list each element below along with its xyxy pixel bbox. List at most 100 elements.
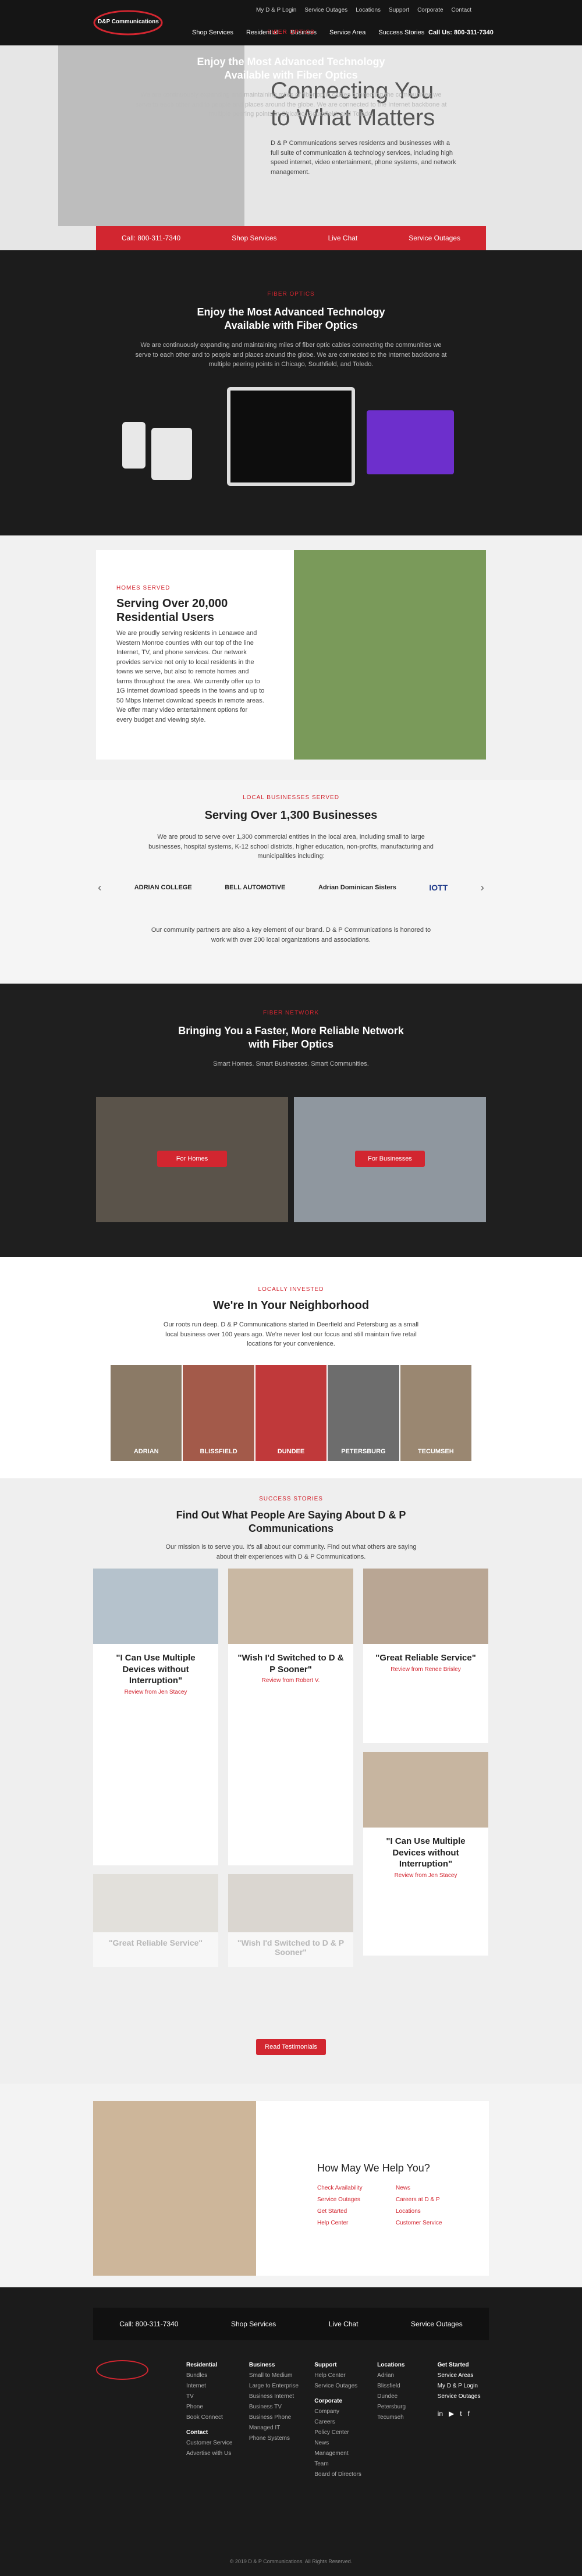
youtube-icon[interactable]: ▶ [449,2408,454,2421]
top-link[interactable]: Corporate [417,7,443,13]
help-card: How May We Help You? Check Availability … [93,2101,489,2276]
fiber-content: Fiber Optics Enjoy the Most Advanced Tec… [0,250,582,535]
footer-link[interactable]: Business Phone [249,2412,300,2423]
top-link[interactable]: Service Outages [304,7,347,13]
footer-link[interactable]: News [314,2438,363,2449]
footer-link[interactable]: Adrian [377,2371,424,2381]
location-tile[interactable]: DUNDEE [255,1365,327,1461]
stories-eyebrow: Success Stories [259,1496,323,1502]
laptop-device [367,410,454,474]
help-link[interactable]: Check Availability [317,2183,363,2194]
location-tile[interactable]: TECUMSEH [400,1365,472,1461]
phone-device [122,422,146,469]
footer-link[interactable]: Petersburg [377,2402,424,2412]
location-tile[interactable]: PETERSBURG [328,1365,399,1461]
footer-link[interactable]: Dundee [377,2392,424,2402]
neighborhood-text: Our roots run deep. D & P Communications… [163,1321,419,1347]
help-link[interactable]: Locations [396,2206,442,2217]
footer-link[interactable]: Internet [186,2381,235,2392]
top-link[interactable]: Contact [452,7,471,13]
help-link[interactable]: Get Started [317,2206,363,2217]
footer-link[interactable]: Large to Enterprise [249,2381,300,2392]
story-card[interactable]: "Wish I'd Switched to D & P Sooner" [228,1874,353,1967]
footer-link[interactable]: Advertise with Us [186,2449,235,2459]
top-link[interactable]: Support [389,7,409,13]
footer-link[interactable]: Book Connect [186,2412,235,2423]
help-link[interactable]: News [396,2183,442,2194]
footer-link[interactable]: Management Team [314,2449,363,2469]
linkedin-icon[interactable]: in [438,2408,443,2421]
for-homes-button[interactable]: For Homes [157,1151,227,1167]
footer-call-button[interactable]: Call: 800-311-7340 [119,2320,178,2328]
footer-link[interactable]: Bundles [186,2371,235,2381]
location-tile[interactable]: BLISSFIELD [183,1365,254,1461]
shop-services-button[interactable]: Shop Services [232,234,276,242]
story-card[interactable]: "Great Reliable Service" Review from Ren… [363,1569,488,1743]
call-button[interactable]: Call: 800-311-7340 [122,234,180,242]
business-section: Local Businesses Served Serving Over 1,3… [0,780,582,984]
live-chat-button[interactable]: Live Chat [328,234,358,242]
footer-link[interactable]: Phone [186,2402,235,2412]
footer-logo[interactable] [96,2360,148,2380]
site-header: D&P Communications My D & P Login Servic… [0,0,582,45]
footer-link[interactable]: Blissfield [377,2381,424,2392]
top-link[interactable]: Locations [356,7,381,13]
homes-text: We are proudly serving residents in Lena… [116,630,265,723]
help-link[interactable]: Customer Service [396,2217,442,2229]
social-icons: in ▶ t f [438,2408,489,2421]
location-tile[interactable]: ADRIAN [111,1365,182,1461]
footer-link[interactable]: Policy Center [314,2428,363,2438]
story-card[interactable]: "Wish I'd Switched to D & P Sooner" Revi… [228,1569,353,1865]
read-testimonials-button[interactable]: Read Testimonials [256,2039,326,2055]
footer-link[interactable]: TV [186,2392,235,2402]
facebook-icon[interactable]: f [468,2408,470,2421]
footer-link[interactable]: Help Center [314,2371,363,2381]
footer-link[interactable]: Customer Service [186,2438,235,2449]
top-link[interactable]: My D & P Login [256,7,296,13]
homes-tile: For Homes [96,1097,288,1222]
twitter-icon[interactable]: t [460,2408,462,2421]
footer-link[interactable]: Service Outages [314,2381,363,2392]
footer-col: Residential Bundles Internet TV Phone Bo… [186,2360,235,2480]
client-logo: IOTT [429,883,448,892]
footer-link[interactable]: Phone Systems [249,2433,300,2444]
footer-shop-button[interactable]: Shop Services [231,2320,276,2328]
chevron-right-icon[interactable]: › [481,882,484,894]
footer-link[interactable]: Company [314,2407,363,2417]
help-title: How May We Help You? [317,2162,430,2174]
service-outages-button[interactable]: Service Outages [409,234,460,242]
footer-col: Support Help Center Service Outages Corp… [314,2360,363,2480]
help-link[interactable]: Service Outages [317,2194,363,2206]
footer-link[interactable]: Board of Directors [314,2469,363,2480]
fiber-text: We are continuously expanding and mainta… [135,91,447,118]
help-link[interactable]: Careers at D & P [396,2194,442,2206]
stories-section: Success Stories Find Out What People Are… [0,1478,582,2084]
help-link[interactable]: Help Center [317,2217,363,2229]
client-logo: ADRIAN COLLEGE [134,884,192,891]
story-card[interactable]: "Great Reliable Service" [93,1874,218,1967]
footer-chat-button[interactable]: Live Chat [329,2320,359,2328]
for-businesses-button[interactable]: For Businesses [355,1151,425,1167]
footer-link[interactable]: Managed IT [249,2423,300,2433]
footer-cta-bar: Call: 800-311-7340 Shop Services Live Ch… [93,2308,489,2340]
footer-link[interactable]: Tecumseh [377,2412,424,2423]
chevron-left-icon[interactable]: ‹ [98,882,101,894]
story-card[interactable]: "I Can Use Multiple Devices without Inte… [363,1752,488,1956]
fiber-title: Enjoy the Most Advanced Technology Avail… [197,56,385,81]
footer-outages-button[interactable]: Service Outages [411,2320,463,2328]
story-image [93,1569,218,1644]
footer-link[interactable]: Business TV [249,2402,300,2412]
footer-link[interactable]: Service Areas [438,2371,489,2381]
footer-link[interactable]: Careers [314,2417,363,2428]
neighborhood-title: We're In Your Neighborhood [212,1299,370,1312]
logo-carousel: ‹ ADRIAN COLLEGE BELL AUTOMOTIVE Adrian … [81,867,501,908]
business-text: We are proud to serve over 1,300 commerc… [148,833,434,860]
footer-link[interactable]: Small to Medium [249,2371,300,2381]
footer-link[interactable]: My D & P Login [438,2381,489,2392]
help-links-right: News Careers at D & P Locations Customer… [396,2183,442,2229]
story-card[interactable]: "I Can Use Multiple Devices without Inte… [93,1569,218,1865]
network-title: Bringing You a Faster, More Reliable Net… [178,1025,404,1051]
footer-col: Get Started Service Areas My D & P Login… [438,2360,489,2480]
footer-link[interactable]: Business Internet [249,2392,300,2402]
footer-link[interactable]: Service Outages [438,2392,489,2402]
